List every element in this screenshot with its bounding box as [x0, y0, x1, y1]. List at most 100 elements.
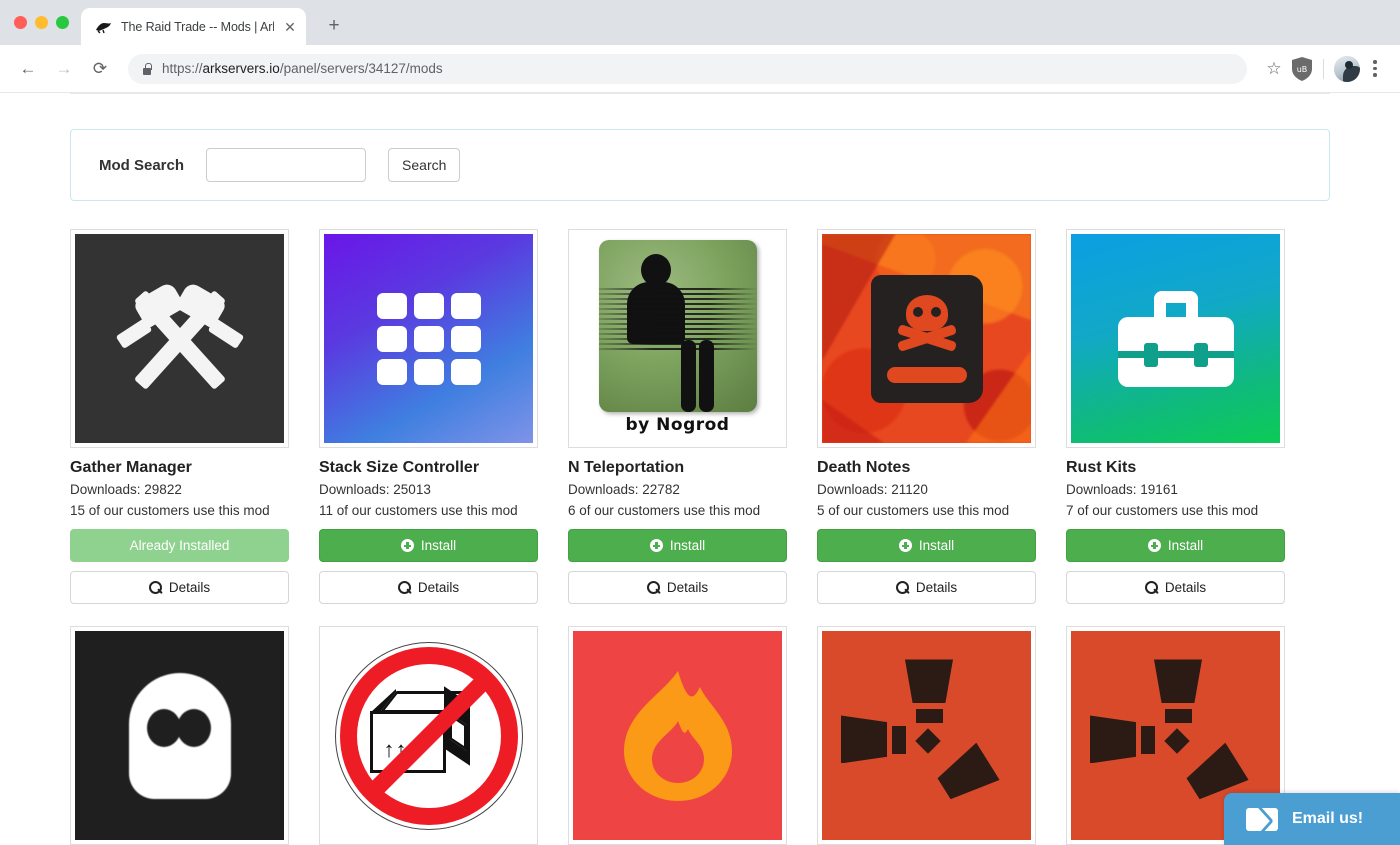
- mod-card: Quick Smelt: [568, 626, 787, 845]
- install-label: Install: [1167, 538, 1204, 554]
- install-button[interactable]: Install: [319, 529, 538, 563]
- mod-card: R-Remover Tool: [817, 626, 1036, 845]
- mod-thumbnail[interactable]: [1066, 229, 1285, 448]
- email-us-label: Email us!: [1292, 810, 1364, 827]
- window-controls: [12, 0, 81, 45]
- mod-thumbnail[interactable]: [568, 626, 787, 845]
- mod-downloads: Downloads: 22782: [568, 482, 680, 497]
- install-label: Install: [420, 538, 457, 554]
- browser-window: The Raid Trade -- Mods | ArkS ✕ + ← → ⟳ …: [0, 0, 1400, 845]
- details-label: Details: [417, 580, 460, 596]
- details-button[interactable]: Details: [568, 571, 787, 605]
- ublock-shield-icon[interactable]: uB: [1291, 56, 1313, 82]
- search-icon: [397, 581, 411, 595]
- details-button[interactable]: Details: [1066, 571, 1285, 605]
- toolbar-icons: ☆ uB: [1259, 54, 1388, 84]
- envelope-icon: [1246, 807, 1278, 831]
- url-domain: arkservers.io: [202, 61, 280, 76]
- mod-thumbnail[interactable]: ↑↑: [319, 626, 538, 845]
- flame-icon: [573, 631, 782, 841]
- mod-thumbnail[interactable]: [319, 229, 538, 448]
- already-installed-button: Already Installed: [70, 529, 289, 563]
- forward-icon[interactable]: →: [48, 53, 80, 85]
- lock-icon: [142, 63, 152, 75]
- tab-title: The Raid Trade -- Mods | ArkS: [121, 19, 274, 34]
- new-tab-button[interactable]: +: [320, 12, 348, 40]
- details-button[interactable]: Details: [817, 571, 1036, 605]
- url-scheme: https://: [162, 61, 203, 76]
- svg-text:uB: uB: [1297, 65, 1308, 74]
- browser-toolbar: ← → ⟳ https://arkservers.io/panel/server…: [0, 45, 1400, 93]
- url-path: /panel/servers/34127/mods: [279, 61, 443, 76]
- plus-circle-icon: [400, 539, 414, 553]
- chrome-menu-icon[interactable]: [1362, 60, 1388, 77]
- mod-card: Stack Size Controller Downloads: 25013 1…: [319, 229, 538, 605]
- mod-card: Gather Manager Downloads: 29822 15 of ou…: [70, 229, 289, 605]
- install-button[interactable]: Install: [568, 529, 787, 563]
- close-icon[interactable]: ✕: [282, 20, 298, 34]
- close-window-button[interactable]: [14, 16, 27, 29]
- minimize-window-button[interactable]: [35, 16, 48, 29]
- mod-downloads: Downloads: 29822: [70, 482, 182, 497]
- install-label: Install: [669, 538, 706, 554]
- details-label: Details: [1164, 580, 1207, 596]
- mod-card: by Nogrod N Teleportation Downloads: 227…: [568, 229, 787, 605]
- search-icon: [1144, 581, 1158, 595]
- mod-title: N Teleportation: [568, 459, 685, 476]
- skull-book-icon: [822, 234, 1031, 443]
- profile-avatar[interactable]: [1334, 55, 1360, 82]
- mod-card: Rust Kits Downloads: 19161 7 of our cust…: [1066, 229, 1285, 605]
- browser-tab[interactable]: The Raid Trade -- Mods | ArkS ✕: [81, 8, 306, 45]
- teleport-figure-icon: by Nogrod: [573, 234, 782, 443]
- mod-thumbnail[interactable]: by Nogrod: [568, 229, 787, 448]
- mod-art-caption: by Nogrod: [625, 415, 730, 435]
- mod-downloads: Downloads: 25013: [319, 482, 431, 497]
- toolbar-divider: [1323, 58, 1324, 79]
- bookmark-star-icon[interactable]: ☆: [1259, 54, 1289, 84]
- mod-customers: 11 of our customers use this mod: [319, 503, 518, 519]
- address-bar[interactable]: https://arkservers.io/panel/servers/3412…: [128, 53, 1247, 84]
- toolbox-icon: [1071, 234, 1280, 443]
- ghost-icon: [75, 631, 284, 841]
- install-button[interactable]: Install: [1066, 529, 1285, 563]
- search-icon: [895, 581, 909, 595]
- search-icon: [646, 581, 660, 595]
- mod-card: Death Notes Downloads: 21120 5 of our cu…: [817, 229, 1036, 605]
- plus-circle-icon: [649, 539, 663, 553]
- install-label: Install: [918, 538, 955, 554]
- details-label: Details: [666, 580, 709, 596]
- tab-strip: The Raid Trade -- Mods | ArkS ✕ +: [0, 0, 1400, 45]
- mod-title: Rust Kits: [1066, 459, 1137, 476]
- mod-customers: 5 of our customers use this mod: [817, 503, 1010, 519]
- mod-thumbnail[interactable]: [817, 626, 1036, 845]
- mod-card: Vanish: [70, 626, 289, 845]
- mod-title: Stack Size Controller: [319, 459, 480, 476]
- details-button[interactable]: Details: [319, 571, 538, 605]
- install-button[interactable]: Install: [817, 529, 1036, 563]
- mod-downloads: Downloads: 21120: [817, 482, 928, 497]
- mod-thumbnail[interactable]: [70, 626, 289, 845]
- page-content: Mod Search Search Gather Manager Downloa…: [0, 93, 1400, 845]
- mod-thumbnail[interactable]: [70, 229, 289, 448]
- grid-nine-icon: [324, 234, 533, 443]
- ark-dino-favicon: [95, 20, 113, 34]
- mod-downloads: Downloads: 19161: [1066, 482, 1178, 497]
- mod-search-button[interactable]: Search: [388, 148, 461, 182]
- plus-circle-icon: [1147, 539, 1161, 553]
- mod-customers: 15 of our customers use this mod: [70, 503, 270, 519]
- mod-thumbnail[interactable]: [817, 229, 1036, 448]
- installed-label: Already Installed: [129, 538, 230, 554]
- mod-customers: 6 of our customers use this mod: [568, 503, 761, 519]
- no-package-icon: ↑↑: [324, 631, 533, 841]
- maximize-window-button[interactable]: [56, 16, 69, 29]
- reload-icon[interactable]: ⟳: [84, 53, 116, 85]
- mod-title: Gather Manager: [70, 459, 192, 476]
- remover-shapes-icon: [822, 631, 1031, 841]
- mod-search-input[interactable]: [206, 148, 367, 182]
- mod-search-label: Mod Search: [99, 156, 185, 174]
- details-button[interactable]: Details: [70, 571, 289, 605]
- mod-search-panel: Mod Search Search: [70, 129, 1330, 201]
- back-icon[interactable]: ←: [12, 53, 44, 85]
- email-us-widget[interactable]: Email us!: [1224, 793, 1400, 845]
- details-label: Details: [915, 580, 958, 596]
